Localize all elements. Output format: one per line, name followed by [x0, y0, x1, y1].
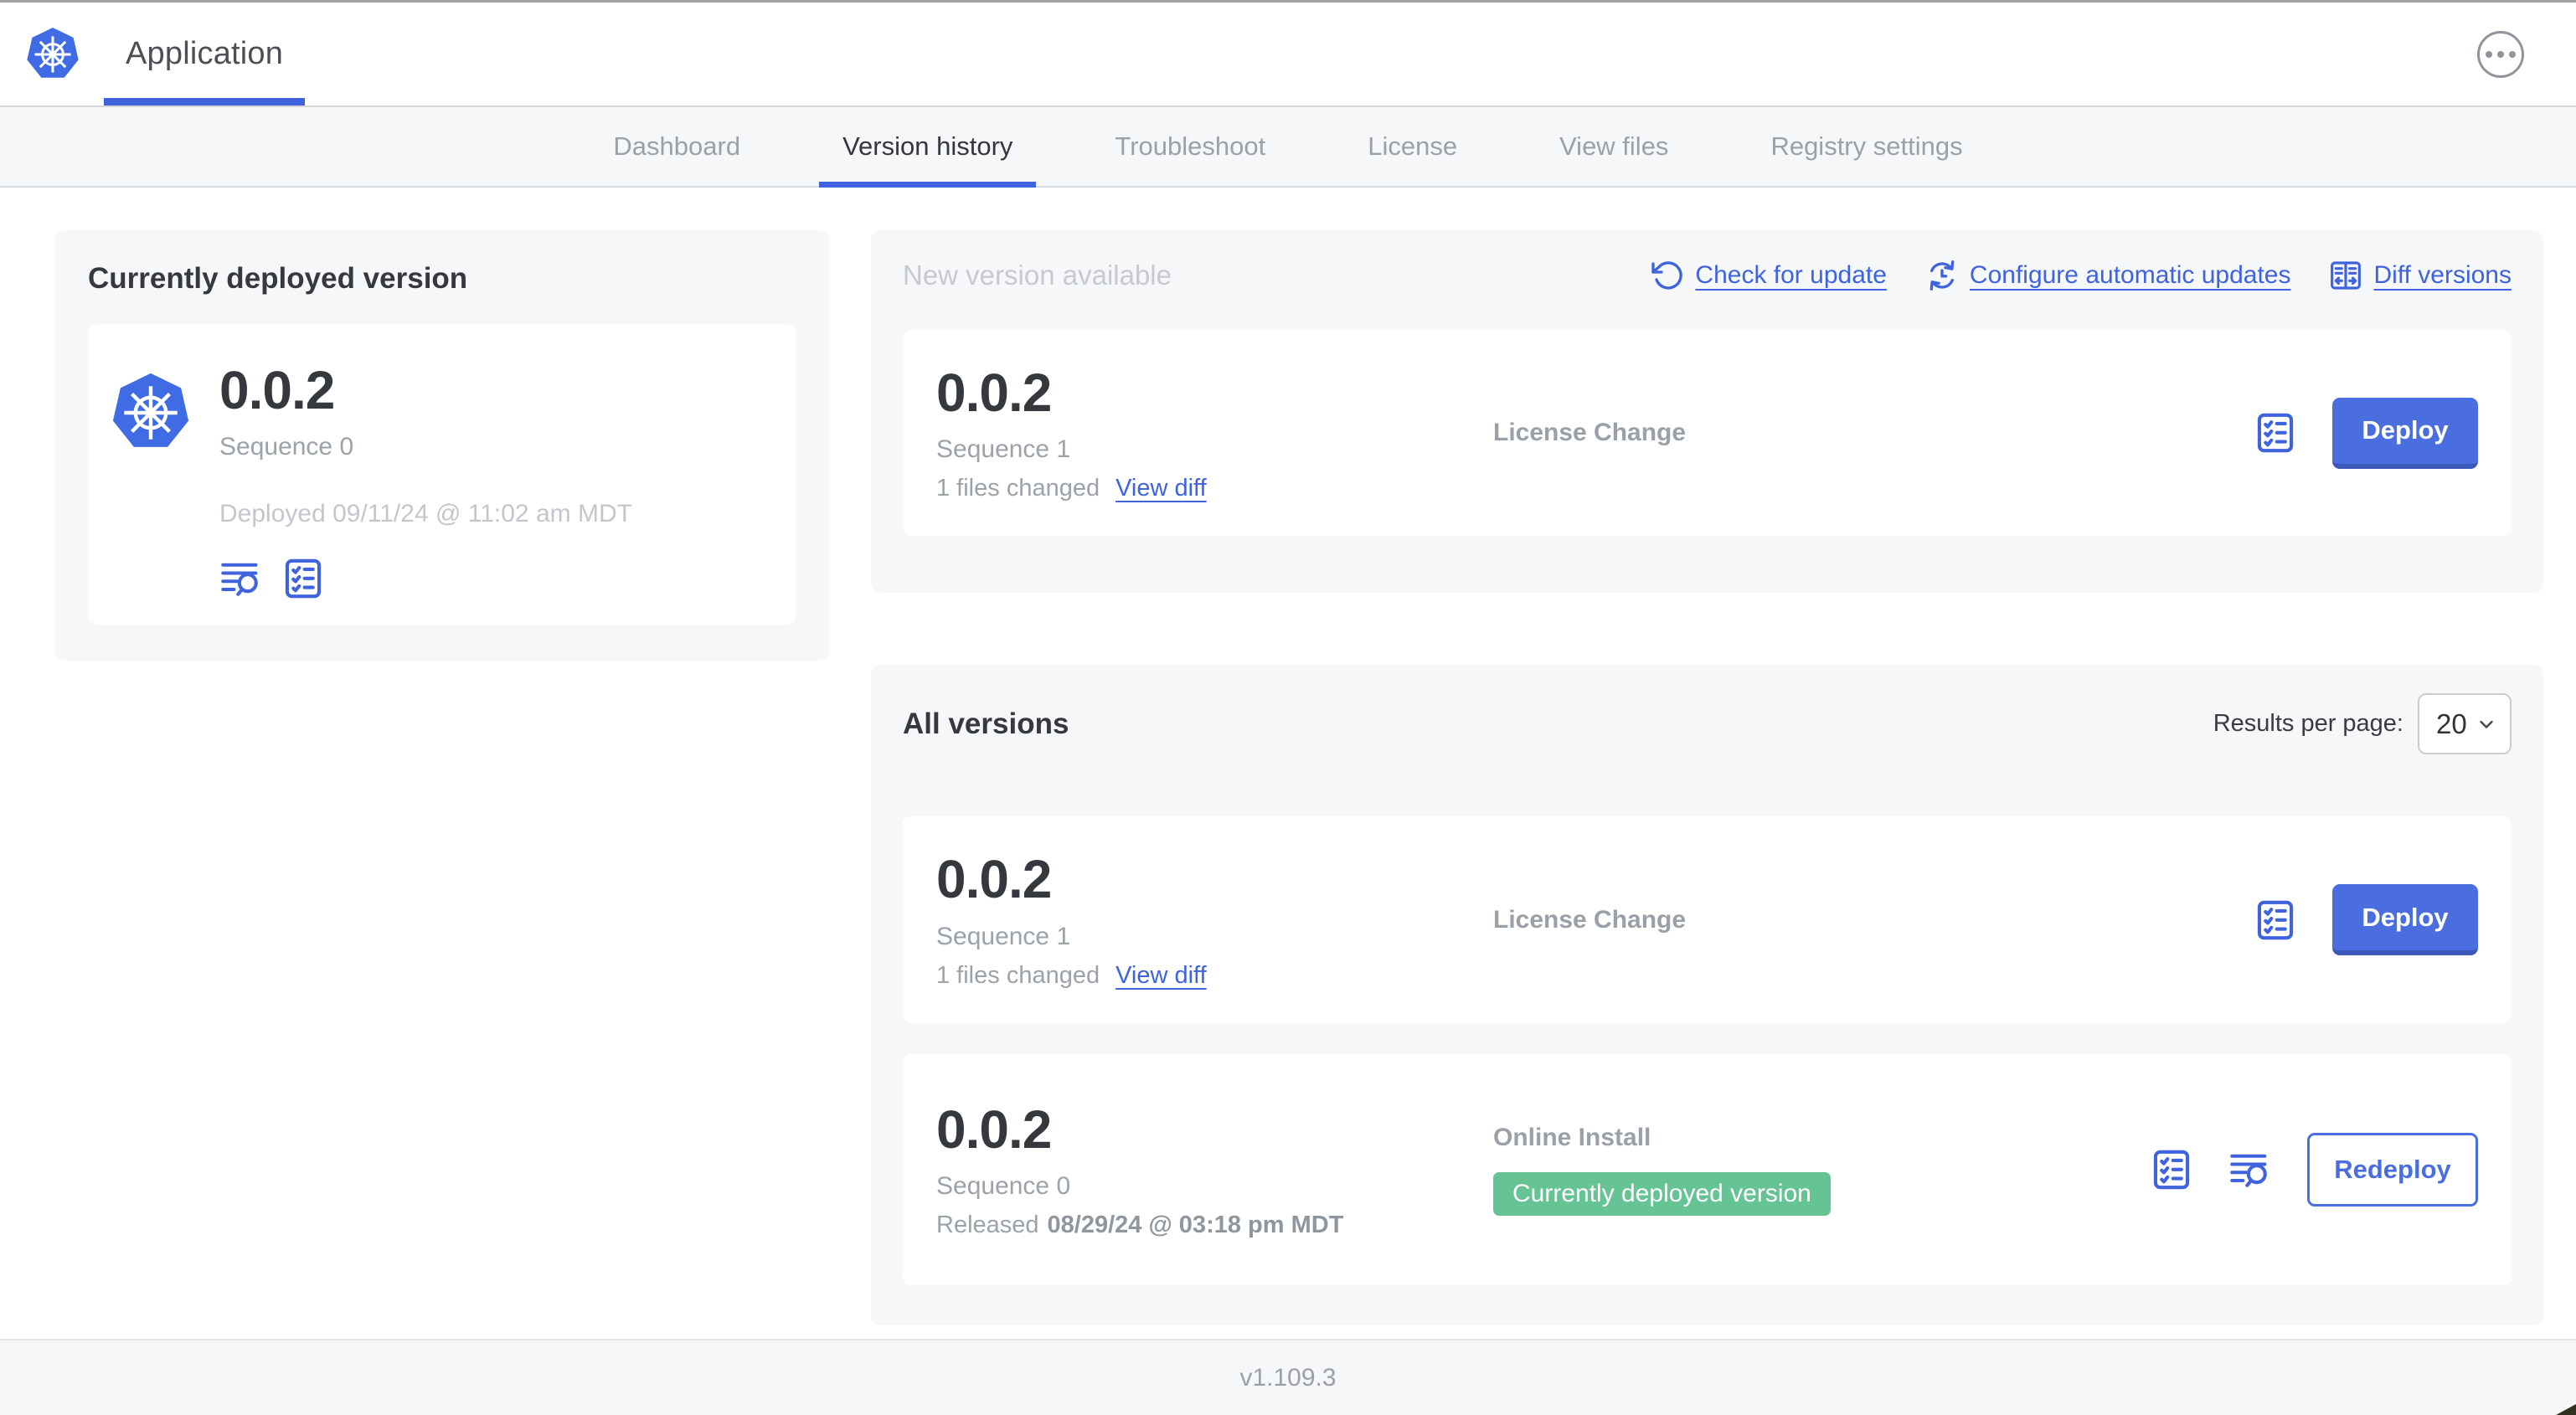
- diff-icon: [2329, 259, 2362, 292]
- currently-deployed-panel: Currently deployed version 0.0.2 Sequenc…: [54, 230, 830, 661]
- all-versions-section: All versions Results per page: 20 0.0.2 …: [871, 665, 2543, 1325]
- app-header: Application: [0, 3, 2576, 105]
- file-search-icon: [219, 557, 263, 600]
- deploy-button[interactable]: Deploy: [2332, 397, 2478, 469]
- redeploy-button[interactable]: Redeploy: [2307, 1132, 2478, 1207]
- tab-version-history[interactable]: Version history: [809, 107, 1046, 188]
- version-row: 0.0.2 Sequence 1 1 files changed View di…: [903, 816, 2512, 1023]
- tab-view-files[interactable]: View files: [1526, 107, 1702, 186]
- tab-license[interactable]: License: [1334, 107, 1491, 186]
- check-for-update-link[interactable]: Check for update: [1651, 259, 1887, 292]
- checklist-icon: [2150, 1148, 2193, 1191]
- tab-application[interactable]: Application: [104, 3, 306, 105]
- kubernetes-logo-icon: [25, 26, 80, 83]
- view-config-icon-button[interactable]: [281, 557, 325, 600]
- refresh-icon: [1651, 259, 1684, 292]
- app-title: Application: [126, 36, 284, 71]
- more-menu-button[interactable]: [2477, 30, 2524, 78]
- version-source: License Change: [1493, 905, 1687, 934]
- right-column: New version available Check for update C…: [871, 230, 2543, 1325]
- currently-deployed-badge: Currently deployed version: [1493, 1171, 1831, 1216]
- deployed-version-card: 0.0.2 Sequence 0 Deployed 09/11/24 @ 11:…: [88, 324, 796, 626]
- new-version-heading: New version available: [903, 260, 1172, 291]
- deployed-sequence: Sequence 0: [219, 433, 354, 461]
- view-diff-link[interactable]: View diff: [1115, 475, 1207, 502]
- view-config-icon-button[interactable]: [2254, 898, 2297, 942]
- ellipsis-icon: [2486, 50, 2492, 58]
- release-notes-icon-button[interactable]: [219, 557, 263, 600]
- version-number: 0.0.2: [936, 363, 1052, 423]
- version-sequence: Sequence 1: [936, 922, 1071, 950]
- footer: v1.109.3: [0, 1339, 2576, 1415]
- all-versions-title: All versions: [903, 707, 1069, 740]
- currently-deployed-title: Currently deployed version: [88, 262, 468, 295]
- deploy-button[interactable]: Deploy: [2332, 884, 2478, 956]
- results-per-page-label: Results per page:: [2213, 710, 2403, 738]
- version-source: Online Install: [1493, 1123, 1651, 1151]
- view-config-icon-button[interactable]: [2254, 411, 2297, 455]
- file-search-icon: [2228, 1148, 2272, 1191]
- checklist-icon: [2254, 898, 2297, 942]
- version-number: 0.0.2: [936, 1099, 1052, 1160]
- view-diff-link[interactable]: View diff: [1115, 962, 1207, 990]
- view-config-icon-button[interactable]: [2150, 1148, 2193, 1191]
- version-row: 0.0.2 Sequence 0 Released 08/29/24 @ 03:…: [903, 1053, 2512, 1285]
- new-version-section: New version available Check for update C…: [871, 230, 2543, 594]
- checklist-icon: [2254, 411, 2297, 455]
- version-sequence: Sequence 1: [936, 435, 1071, 464]
- version-number: 0.0.2: [936, 849, 1052, 910]
- console-version: v1.109.3: [1239, 1363, 1337, 1392]
- files-changed-text: 1 files changed: [936, 475, 1100, 502]
- files-changed-text: 1 files changed: [936, 961, 1100, 989]
- tab-dashboard[interactable]: Dashboard: [580, 107, 774, 186]
- release-notes-icon-button[interactable]: [2228, 1148, 2272, 1191]
- deployed-version-number: 0.0.2: [219, 360, 335, 420]
- version-sequence: Sequence 0: [936, 1171, 1071, 1200]
- tab-registry-settings[interactable]: Registry settings: [1737, 107, 1996, 186]
- subnav: Dashboard Version history Troubleshoot L…: [0, 105, 2576, 188]
- results-per-page-select[interactable]: 20: [2418, 693, 2512, 755]
- main-content: Currently deployed version 0.0.2 Sequenc…: [0, 188, 2576, 1325]
- chevron-down-icon: [2475, 713, 2498, 736]
- new-version-card: 0.0.2 Sequence 1 1 files changed View di…: [903, 330, 2512, 537]
- version-source: License Change: [1493, 419, 1687, 447]
- cursor-artifact: [2556, 1404, 2576, 1415]
- deployed-timestamp: Deployed 09/11/24 @ 11:02 am MDT: [219, 500, 632, 528]
- diff-versions-link[interactable]: Diff versions: [2329, 259, 2512, 292]
- checklist-icon: [281, 557, 325, 600]
- configure-automatic-updates-link[interactable]: Configure automatic updates: [1925, 259, 2290, 292]
- tab-troubleshoot[interactable]: Troubleshoot: [1081, 107, 1299, 186]
- released-timestamp: Released 08/29/24 @ 03:18 pm MDT: [936, 1211, 1344, 1238]
- kubernetes-app-icon: [110, 371, 192, 455]
- auto-update-icon: [1925, 259, 1959, 292]
